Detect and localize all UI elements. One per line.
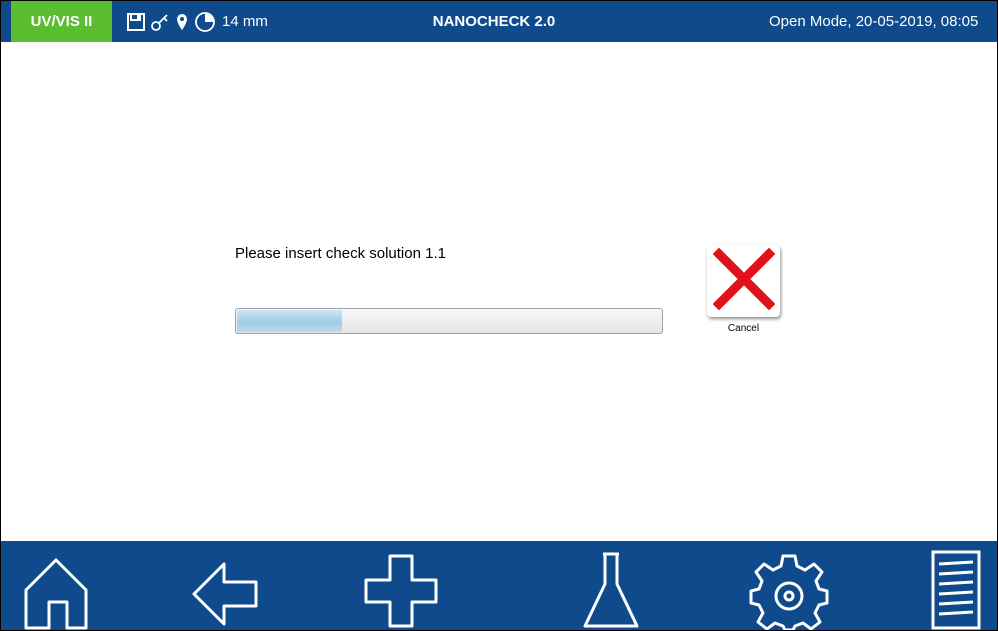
home-button[interactable] — [11, 541, 101, 630]
top-status-bar: UV/VIS II 14 mm NANOCHECK 2.0 Open Mode,… — [1, 1, 997, 42]
add-plus-icon — [362, 552, 440, 630]
flask-button[interactable] — [566, 541, 656, 630]
bottom-nav-bar — [1, 541, 997, 630]
settings-button[interactable] — [744, 541, 834, 630]
menu-list-icon — [921, 548, 991, 630]
home-icon — [21, 550, 91, 630]
back-arrow-icon — [190, 558, 262, 630]
instruction-text: Please insert check solution 1.1 — [235, 245, 446, 262]
cancel-button[interactable] — [707, 245, 780, 317]
cancel-label: Cancel — [727, 323, 760, 334]
progress-bar — [235, 308, 663, 334]
flask-icon — [581, 550, 641, 630]
settings-gear-icon — [749, 550, 829, 630]
app-window: UV/VIS II 14 mm NANOCHECK 2.0 Open Mode,… — [0, 0, 998, 631]
close-x-icon — [712, 247, 775, 315]
back-button[interactable] — [181, 541, 271, 630]
status-text: Open Mode, 20-05-2019, 08:05 — [769, 13, 979, 30]
add-button[interactable] — [356, 541, 446, 630]
progress-fill — [237, 310, 342, 332]
menu-button[interactable] — [911, 541, 997, 630]
app-title-text: NANOCHECK 2.0 — [432, 13, 556, 30]
